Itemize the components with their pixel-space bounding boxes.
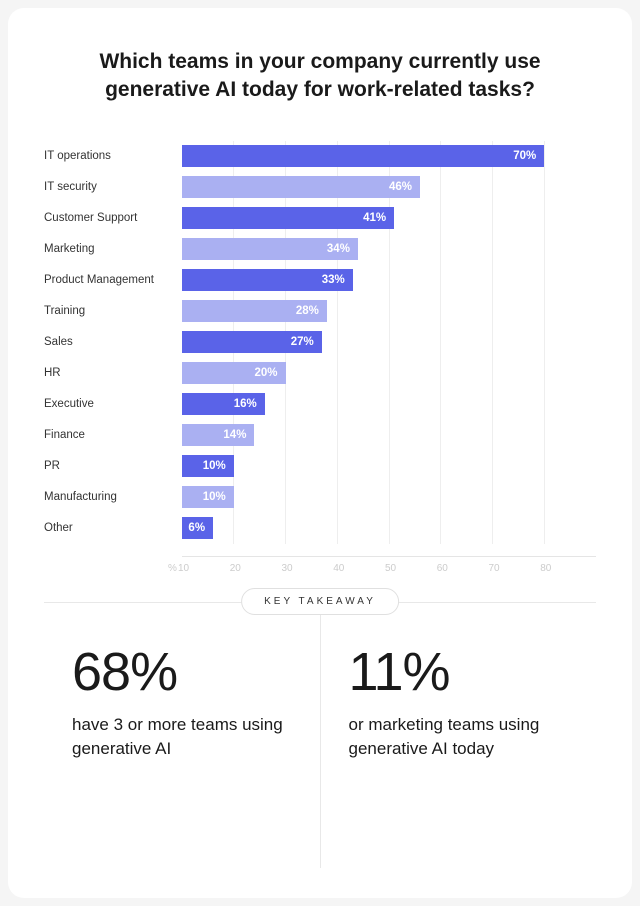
- chart-area: IT operationsIT securityCustomer Support…: [44, 141, 596, 544]
- bar-row: 28%: [182, 296, 596, 327]
- bar: 10%: [182, 486, 234, 508]
- takeaway-right: 11% or marketing teams using generative …: [321, 603, 597, 868]
- bars: 70% 46% 41% 34% 33% 28% 27% 20% 16% 14% 10% 10% 6%: [182, 141, 596, 544]
- takeaway-left-text: have 3 or more teams using generative AI: [72, 713, 300, 762]
- x-tick: 30: [282, 563, 334, 574]
- y-label: HR: [44, 358, 182, 389]
- x-tick: 70: [489, 563, 541, 574]
- x-tick: 80: [540, 563, 592, 574]
- y-label: PR: [44, 451, 182, 482]
- y-axis-labels: IT operationsIT securityCustomer Support…: [44, 141, 182, 544]
- x-tick: 10: [178, 563, 230, 574]
- x-tick: 40: [333, 563, 385, 574]
- y-label: Manufacturing: [44, 482, 182, 513]
- y-label: Executive: [44, 389, 182, 420]
- y-label: Training: [44, 296, 182, 327]
- y-label: Finance: [44, 420, 182, 451]
- bar-row: 10%: [182, 482, 596, 513]
- key-takeaway-section: KEY TAKEAWAY 68% have 3 or more teams us…: [44, 602, 596, 868]
- bar-row: 6%: [182, 513, 596, 544]
- bar: 41%: [182, 207, 394, 229]
- chart-card: Which teams in your company currently us…: [8, 8, 632, 898]
- y-label: IT operations: [44, 141, 182, 172]
- bar: 27%: [182, 331, 322, 353]
- x-tick: 50: [385, 563, 437, 574]
- y-label: Product Management: [44, 265, 182, 296]
- takeaway-grid: 68% have 3 or more teams using generativ…: [44, 602, 596, 868]
- takeaway-right-text: or marketing teams using generative AI t…: [349, 713, 577, 762]
- bar-row: 34%: [182, 234, 596, 265]
- key-takeaway-label: KEY TAKEAWAY: [241, 588, 399, 615]
- bar: 16%: [182, 393, 265, 415]
- bars-container: 70% 46% 41% 34% 33% 28% 27% 20% 16% 14% 10% 10% 6%: [182, 141, 596, 544]
- bar-row: 46%: [182, 172, 596, 203]
- y-label: Marketing: [44, 234, 182, 265]
- bar: 14%: [182, 424, 254, 446]
- takeaway-left: 68% have 3 or more teams using generativ…: [44, 603, 321, 868]
- bar: 20%: [182, 362, 286, 384]
- bar: 34%: [182, 238, 358, 260]
- chart-title: Which teams in your company currently us…: [44, 48, 596, 105]
- bar-row: 16%: [182, 389, 596, 420]
- bar: 6%: [182, 517, 213, 539]
- bar-row: 33%: [182, 265, 596, 296]
- y-label: Sales: [44, 327, 182, 358]
- bar-row: 70%: [182, 141, 596, 172]
- bar: 70%: [182, 145, 544, 167]
- bar: 46%: [182, 176, 420, 198]
- takeaway-left-number: 68%: [72, 645, 300, 699]
- bar-row: 20%: [182, 358, 596, 389]
- bar-row: 27%: [182, 327, 596, 358]
- bar: 10%: [182, 455, 234, 477]
- bar-row: 10%: [182, 451, 596, 482]
- y-label: Other: [44, 513, 182, 544]
- y-label: IT security: [44, 172, 182, 203]
- takeaway-right-number: 11%: [349, 645, 577, 699]
- bar-row: 14%: [182, 420, 596, 451]
- bar: 28%: [182, 300, 327, 322]
- x-tick: 20: [230, 563, 282, 574]
- x-axis: % 1020304050607080: [182, 556, 596, 574]
- x-tick: 60: [437, 563, 489, 574]
- x-axis-unit: %: [168, 563, 177, 574]
- bar-row: 41%: [182, 203, 596, 234]
- bar: 33%: [182, 269, 353, 291]
- y-label: Customer Support: [44, 203, 182, 234]
